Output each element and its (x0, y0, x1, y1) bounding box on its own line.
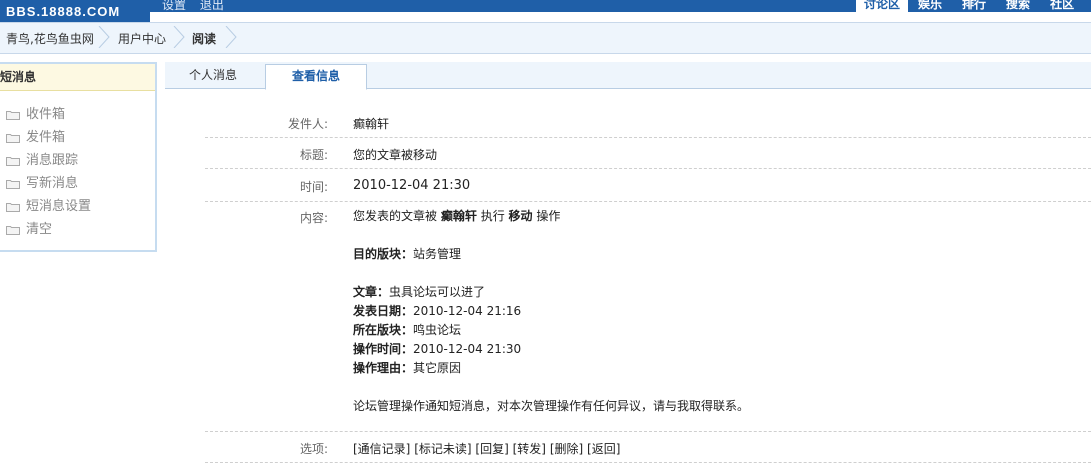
subject-label: 标题: (299, 148, 328, 162)
sidebar-list: 收件箱 发件箱 消息跟踪 写新消息 短消息设置 清空 (0, 91, 155, 241)
breadcrumb-separator-icon (173, 26, 185, 48)
sidebar-item-clear[interactable]: 清空 (6, 218, 155, 241)
reason-label: 操作理由： (353, 361, 414, 375)
body-footer: 论坛管理操作通知短消息，对本次管理操作有任何异议，请与我取得联系。 (353, 399, 750, 413)
folder-icon (6, 110, 20, 120)
body-line-reason: 操作理由：其它原因 (353, 359, 749, 378)
message-tabs: 个人消息 查看信息 (165, 62, 1091, 90)
forward-link[interactable]: [转发] (513, 442, 546, 456)
sidebar-item-compose[interactable]: 写新消息 (6, 172, 155, 195)
sender-value[interactable]: 癫翰轩 (353, 115, 389, 132)
content-label: 内容: (299, 211, 328, 225)
body-action: 移动 (508, 209, 533, 223)
body-line-article: 文章：虫具论坛可以进了 (353, 283, 749, 302)
body-operator: 癫翰轩 (440, 209, 477, 223)
body-line-board: 所在版块：鸣虫论坛 (353, 321, 749, 340)
body-line-action: 您发表的文章被 癫翰轩 执行 移动 操作 (353, 207, 749, 226)
nav-forum-tab[interactable]: 讨论区 (856, 0, 909, 12)
board-label: 所在版块： (353, 323, 414, 337)
body-text: 您发表的文章被 (353, 209, 438, 223)
breadcrumb-separator-icon (225, 26, 237, 48)
logout-link[interactable]: 退出 (200, 0, 224, 12)
breadcrumb-current: 阅读 (192, 32, 217, 46)
folder-icon (6, 225, 20, 235)
reply-link[interactable]: [回复] (475, 442, 508, 456)
folder-icon (6, 179, 20, 189)
body-text: 操作 (536, 209, 561, 223)
options-label: 选项: (299, 442, 328, 456)
folder-icon (6, 133, 20, 143)
target-value: 站务管理 (413, 247, 462, 261)
body-line-optime: 操作时间：2010-12-04 21:30 (353, 340, 749, 359)
body-line-target: 目的版块：站务管理 (353, 245, 749, 264)
delete-link[interactable]: [删除] (550, 442, 583, 456)
sidebar-item-label: 收件箱 (26, 107, 66, 122)
sidebar-title: 短消息 (0, 64, 155, 91)
site-logo[interactable]: BBS.18888.COM (0, 0, 150, 23)
top-nav: 讨论区 娱乐 排行 搜索 社区 (856, 0, 1084, 12)
top-bar: 设置 退出 讨论区 娱乐 排行 搜索 社区 (0, 0, 1091, 12)
content-row: 内容: 您发表的文章被 癫翰轩 执行 移动 操作 目的版块：站务管理 文章：虫具… (205, 202, 1091, 432)
sidebar-item-settings[interactable]: 短消息设置 (6, 195, 155, 218)
logo-text: BBS.18888.COM (6, 4, 121, 19)
breadcrumb-separator-icon (98, 26, 110, 48)
time-value: 2010-12-04 21:30 (353, 178, 471, 193)
nav-link-1[interactable]: 娱乐 (908, 0, 952, 12)
top-links: 设置 退出 (162, 0, 234, 12)
board-value: 鸣虫论坛 (413, 323, 462, 337)
folder-icon (6, 156, 20, 166)
options-links: [通信记录] [标记未读] [回复] [转发] [删除] [返回] (353, 440, 620, 457)
time-row: 时间: 2010-12-04 21:30 (205, 169, 1091, 202)
sidebar-item-label: 写新消息 (26, 176, 79, 191)
mark-unread-link[interactable]: [标记未读] (414, 442, 471, 456)
sidebar-item-tracking[interactable]: 消息跟踪 (6, 149, 155, 172)
sidebar: 短消息 收件箱 发件箱 消息跟踪 写新消息 短消息设置 清空 (0, 62, 157, 252)
reason-value: 其它原因 (413, 361, 462, 375)
tab-personal-messages[interactable]: 个人消息 (189, 66, 237, 83)
target-label: 目的版块： (353, 247, 414, 261)
settings-link[interactable]: 设置 (162, 0, 186, 12)
sidebar-item-label: 清空 (26, 222, 53, 237)
article-value: 虫具论坛可以进了 (389, 285, 486, 299)
breadcrumb: 青鸟,花鸟鱼虫网 用户中心 阅读 (0, 22, 1091, 54)
sidebar-item-outbox[interactable]: 发件箱 (6, 126, 155, 149)
sender-label: 发件人: (287, 117, 328, 131)
sidebar-item-label: 短消息设置 (26, 199, 92, 214)
subject-row: 标题: 您的文章被移动 (205, 138, 1091, 169)
article-label: 文章： (353, 285, 390, 299)
subject-value: 您的文章被移动 (353, 148, 438, 162)
optime-value: 2010-12-04 21:30 (413, 342, 522, 356)
sidebar-item-inbox[interactable]: 收件箱 (6, 103, 155, 126)
back-link[interactable]: [返回] (587, 442, 620, 456)
message-body: 您发表的文章被 癫翰轩 执行 移动 操作 目的版块：站务管理 文章：虫具论坛可以… (353, 207, 749, 416)
folder-icon (6, 202, 20, 212)
time-label: 时间: (299, 180, 328, 194)
optime-label: 操作时间： (353, 342, 414, 356)
nav-link-2[interactable]: 排行 (952, 0, 996, 12)
sender-row: 发件人: 癫翰轩 (205, 107, 1091, 138)
history-link[interactable]: [通信记录] (353, 442, 410, 456)
posted-label: 发表日期： (353, 304, 414, 318)
nav-link-3[interactable]: 搜索 (996, 0, 1040, 12)
breadcrumb-user-center[interactable]: 用户中心 (118, 30, 166, 47)
nav-link-4[interactable]: 社区 (1040, 0, 1084, 12)
sidebar-item-label: 消息跟踪 (26, 153, 79, 168)
sidebar-item-label: 发件箱 (26, 130, 66, 145)
body-line-posted: 发表日期：2010-12-04 21:16 (353, 302, 749, 321)
posted-value: 2010-12-04 21:16 (413, 304, 522, 318)
body-text: 执行 (480, 209, 505, 223)
options-row: 选项: [通信记录] [标记未读] [回复] [转发] [删除] [返回] (205, 432, 1091, 463)
breadcrumb-home[interactable]: 青鸟,花鸟鱼虫网 (6, 30, 94, 47)
tab-view-message[interactable]: 查看信息 (265, 64, 367, 90)
